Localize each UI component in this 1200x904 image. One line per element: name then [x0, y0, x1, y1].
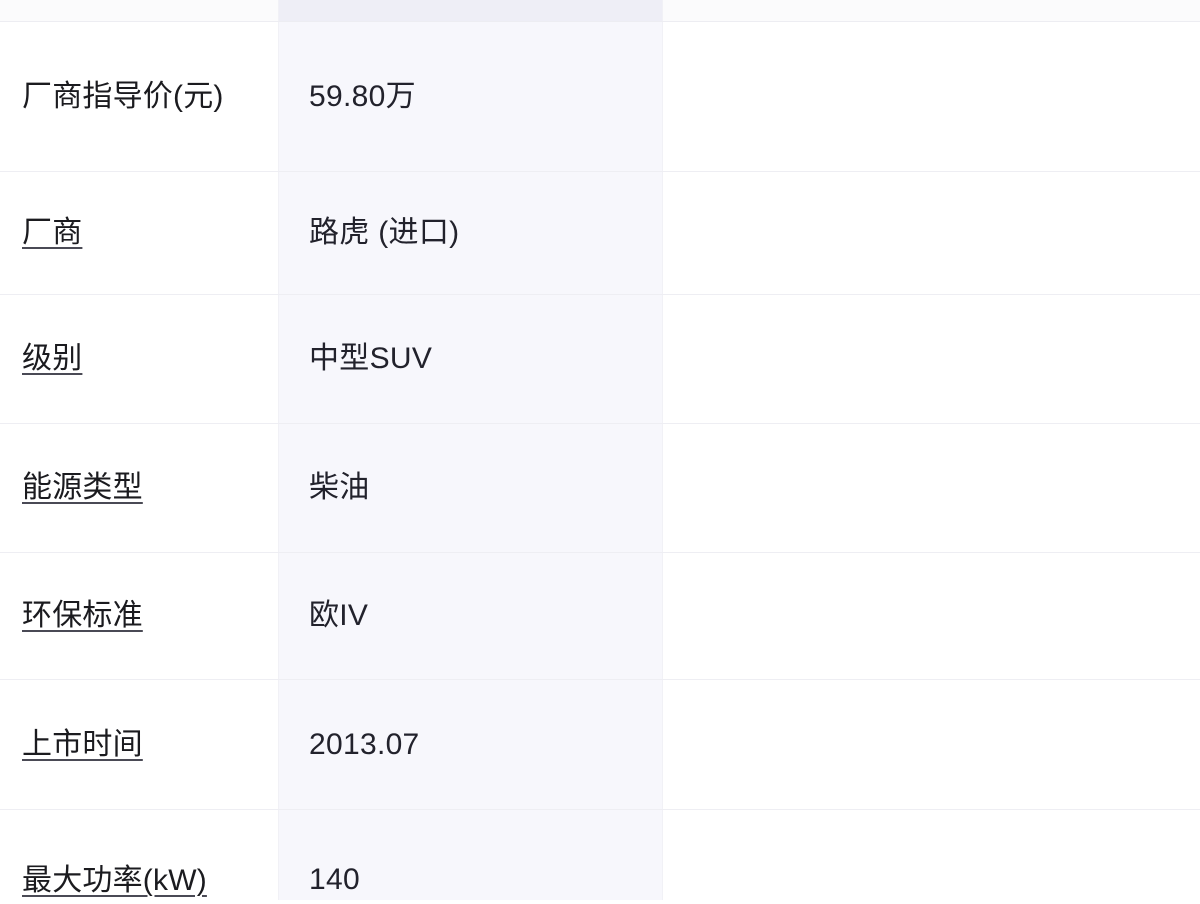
spec-label-cell: 级别	[0, 295, 278, 423]
table-row: 最大功率(kW) 140	[0, 810, 1200, 900]
table-row: 厂商 路虎 (进口)	[0, 172, 1200, 295]
table-row: 厂商指导价(元) 59.80万	[0, 22, 1200, 172]
spec-compare-cell	[663, 553, 1200, 679]
spec-label-cell: 最大功率(kW)	[0, 810, 278, 900]
spec-value-text: 2013.07	[309, 727, 420, 761]
spec-label-link-max-power[interactable]: 最大功率(kW)	[22, 858, 207, 904]
spec-label-cell: 上市时间	[0, 680, 278, 809]
spec-label-link-emission-standard[interactable]: 环保标准	[22, 593, 143, 639]
table-row: 上市时间 2013.07	[0, 680, 1200, 810]
table-row: 环保标准 欧IV	[0, 553, 1200, 680]
spec-value-text: 路虎 (进口)	[309, 216, 460, 249]
spec-value-text: 柴油	[309, 471, 370, 504]
spec-label-text: 厂商指导价(元)	[22, 79, 224, 113]
spec-compare-cell	[663, 0, 1200, 21]
spec-compare-cell	[663, 810, 1200, 900]
spec-value-cell: 140	[278, 810, 663, 900]
spec-label-cell: 厂商	[0, 172, 278, 294]
spec-compare-cell	[663, 172, 1200, 294]
spec-value-cell: 欧IV	[278, 553, 663, 679]
spec-label-link-class[interactable]: 级别	[22, 336, 82, 382]
spec-label-cell: 能源类型	[0, 424, 278, 552]
spec-value-cell: 2013.07	[278, 680, 663, 809]
spec-label-cell	[0, 0, 278, 21]
spec-label-cell: 厂商指导价(元)	[0, 22, 278, 171]
table-row: 级别 中型SUV	[0, 295, 1200, 424]
table-row-clipped-top	[0, 0, 1200, 22]
spec-value-cell	[278, 0, 663, 21]
spec-value-text: 140	[309, 863, 360, 896]
spec-value-cell: 59.80万	[278, 22, 663, 171]
spec-label-link-launch-date[interactable]: 上市时间	[22, 722, 143, 768]
spec-value-text: 59.80万	[309, 79, 416, 113]
spec-label-cell: 环保标准	[0, 553, 278, 679]
spec-label-link-manufacturer[interactable]: 厂商	[22, 210, 82, 256]
spec-value-cell: 中型SUV	[278, 295, 663, 423]
spec-compare-cell	[663, 424, 1200, 552]
spec-value-cell: 路虎 (进口)	[278, 172, 663, 294]
spec-label-link-energy-type[interactable]: 能源类型	[22, 465, 143, 511]
spec-value-cell: 柴油	[278, 424, 663, 552]
vehicle-spec-table: 厂商指导价(元) 59.80万 厂商 路虎 (进口) 级别 中型SUV 能源类型…	[0, 0, 1200, 900]
spec-compare-cell	[663, 680, 1200, 809]
spec-compare-cell	[663, 295, 1200, 423]
table-row: 能源类型 柴油	[0, 424, 1200, 553]
spec-compare-cell	[663, 22, 1200, 171]
spec-value-text: 中型SUV	[309, 342, 433, 375]
spec-value-text: 欧IV	[309, 599, 369, 632]
